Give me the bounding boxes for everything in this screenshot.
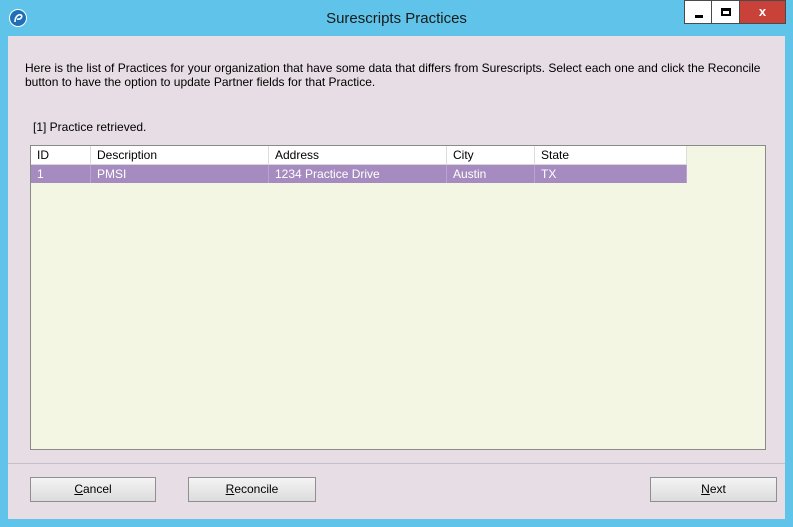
close-icon: x (758, 4, 767, 19)
cell-city: Austin (447, 165, 535, 183)
cell-state: TX (535, 165, 687, 183)
table-row[interactable]: 1 PMSI 1234 Practice Drive Austin TX (31, 165, 687, 183)
title-bar[interactable]: Surescripts Practices x (0, 0, 793, 36)
maximize-button[interactable] (712, 0, 740, 24)
column-header-id[interactable]: ID (31, 146, 91, 164)
practices-table[interactable]: ID Description Address City State 1 PMSI… (30, 145, 766, 450)
minimize-icon (695, 15, 703, 18)
cell-description: PMSI (91, 165, 269, 183)
column-header-state[interactable]: State (535, 146, 687, 164)
cell-id: 1 (31, 165, 91, 183)
window-title: Surescripts Practices (326, 10, 467, 27)
cell-address: 1234 Practice Drive (269, 165, 447, 183)
footer-divider (8, 463, 785, 464)
cancel-button[interactable]: Cancel (30, 477, 156, 502)
instructions-text: Here is the list of Practices for your o… (25, 61, 761, 89)
column-header-address[interactable]: Address (269, 146, 447, 164)
table-header: ID Description Address City State (31, 146, 687, 165)
reconcile-button[interactable]: Reconcile (188, 477, 316, 502)
status-text: [1] Practice retrieved. (33, 120, 147, 134)
app-window: Surescripts Practices x Here is the list… (0, 0, 793, 527)
minimize-button[interactable] (684, 0, 712, 24)
column-header-description[interactable]: Description (91, 146, 269, 164)
next-button[interactable]: Next (650, 477, 777, 502)
close-button[interactable]: x (740, 0, 786, 24)
column-header-city[interactable]: City (447, 146, 535, 164)
maximize-icon (721, 8, 731, 16)
